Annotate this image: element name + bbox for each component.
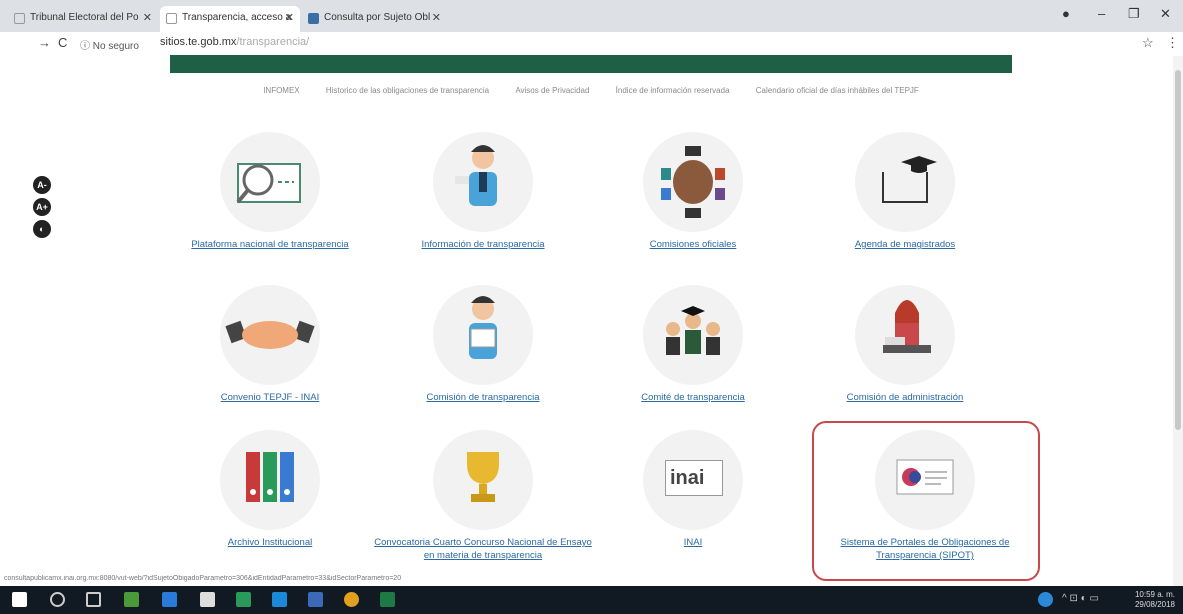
tile-label[interactable]: Convocatoria Cuarto Concurso Nacional de… <box>368 536 598 562</box>
tab-title: Transparencia, acceso a <box>182 12 292 23</box>
decrease-font-button[interactable]: A- <box>33 176 51 194</box>
notification-icon[interactable] <box>1038 592 1053 607</box>
woman-desk-icon <box>855 285 955 385</box>
page-favicon-icon <box>166 13 177 24</box>
url-host: sitios.te.gob.mx <box>160 36 237 48</box>
edge-icon[interactable] <box>272 592 287 607</box>
committee-icon <box>643 285 743 385</box>
sipot-highlight-box <box>812 421 1040 581</box>
tray-icons[interactable]: ^ ⊡ ◐ ▭ <box>1062 593 1099 604</box>
inai-logo-icon: inai <box>643 430 743 530</box>
menu-item-infomex[interactable]: INFOMEX <box>263 86 299 95</box>
url-path: /transparencia/ <box>236 36 310 48</box>
handshake-icon <box>220 285 320 385</box>
menu-item-indice[interactable]: Índice de información reservada <box>616 86 730 95</box>
browser-tab-1[interactable]: Tribunal Electoral del Po ✕ <box>8 6 158 32</box>
tile-label[interactable]: Comité de transparencia <box>578 391 808 404</box>
tile-label[interactable]: Información de transparencia <box>368 238 598 251</box>
calculator-icon[interactable] <box>200 592 215 607</box>
tile-label[interactable]: Comisión de administración <box>790 391 1020 404</box>
address-bar: → C ⓘ No seguro sitios.te.gob.mx/transpa… <box>0 32 1183 56</box>
start-icon[interactable] <box>12 592 27 607</box>
bookmark-star-icon[interactable]: ☆ <box>1142 35 1154 51</box>
task-view-icon[interactable] <box>86 592 101 607</box>
contrast-button[interactable]: ◐ <box>33 220 51 238</box>
tile-inai[interactable]: inai INAI <box>578 430 808 549</box>
tile-agenda[interactable]: Agenda de magistrados <box>790 132 1020 251</box>
close-window-icon[interactable]: ✕ <box>1160 6 1171 22</box>
tile-label[interactable]: Agenda de magistrados <box>790 238 1020 251</box>
tile-archivo[interactable]: Archivo Institucional <box>155 430 385 549</box>
close-tab-icon[interactable]: ✕ <box>432 11 441 24</box>
system-clock[interactable]: 10:59 a. m. 29/08/2018 <box>1135 590 1175 610</box>
tile-label[interactable]: INAI <box>578 536 808 549</box>
security-indicator[interactable]: ⓘ No seguro <box>80 37 139 52</box>
monitor-magnifier-icon <box>220 132 320 232</box>
tile-label[interactable]: Plataforma nacional de transparencia <box>155 238 385 251</box>
increase-font-button[interactable]: A+ <box>33 198 51 216</box>
app-icon[interactable] <box>236 592 251 607</box>
menu-item-historico[interactable]: Historico de las obligaciones de transpa… <box>326 86 489 95</box>
status-url: consultapublicamx.inai.org.mx:8080/vut-w… <box>4 575 402 582</box>
menu-item-calendario[interactable]: Calendario oficial de días inhábiles del… <box>756 86 919 95</box>
forward-icon[interactable]: → <box>38 35 51 50</box>
browser-tab-bar: Tribunal Electoral del Po ✕ Transparenci… <box>0 0 1183 32</box>
site-header-bar <box>170 55 1012 73</box>
binders-icon <box>220 430 320 530</box>
tab-title: Tribunal Electoral del Po <box>30 12 139 23</box>
menu-item-avisos[interactable]: Avisos de Privacidad <box>515 86 589 95</box>
tile-label[interactable]: Comisiones oficiales <box>578 238 808 251</box>
excel-icon[interactable] <box>380 592 395 607</box>
page-favicon-icon <box>14 13 25 24</box>
reload-icon[interactable]: C <box>58 35 67 50</box>
browser-tab-3[interactable]: Consulta por Sujeto Obl ✕ <box>302 6 447 32</box>
scrollbar-thumb[interactable] <box>1175 70 1181 430</box>
windows-taskbar: ^ ⊡ ◐ ▭ 10:59 a. m. 29/08/2018 <box>0 586 1183 614</box>
security-label: No seguro <box>92 41 139 52</box>
tile-label[interactable]: Archivo Institucional <box>155 536 385 549</box>
tile-label[interactable]: Convenio TEPJF - INAI <box>155 391 385 404</box>
minimize-icon[interactable]: – <box>1098 6 1105 21</box>
tile-label[interactable]: Comisión de transparencia <box>368 391 598 404</box>
close-tab-icon[interactable]: ✕ <box>285 11 294 24</box>
inai-logo-text: inai <box>665 460 723 496</box>
mail-icon[interactable] <box>162 592 177 607</box>
man-reading-icon <box>433 285 533 385</box>
tile-comision-administracion[interactable]: Comisión de administración <box>790 285 1020 404</box>
browser-menu-icon[interactable]: ⋮ <box>1166 35 1179 51</box>
tile-informacion[interactable]: Información de transparencia <box>368 132 598 251</box>
tile-comisiones[interactable]: Comisiones oficiales <box>578 132 808 251</box>
businessman-icon <box>433 132 533 232</box>
page-favicon-icon <box>308 13 319 24</box>
tile-convocatoria[interactable]: Convocatoria Cuarto Concurso Nacional de… <box>368 430 598 562</box>
tile-plataforma[interactable]: Plataforma nacional de transparencia <box>155 132 385 251</box>
tab-title: Consulta por Sujeto Obl <box>324 12 431 23</box>
browser-tab-2[interactable]: Transparencia, acceso a ✕ <box>160 6 300 32</box>
trophy-icon <box>433 430 533 530</box>
app-icon[interactable] <box>124 592 139 607</box>
meeting-table-icon <box>643 132 743 232</box>
clock-time: 10:59 a. m. <box>1134 590 1175 599</box>
clock-date: 29/08/2018 <box>1134 600 1175 609</box>
tile-comite[interactable]: Comité de transparencia <box>578 285 808 404</box>
profile-icon[interactable]: ● <box>1062 6 1070 21</box>
maximize-icon[interactable]: ❐ <box>1128 6 1140 22</box>
app-icon[interactable] <box>308 592 323 607</box>
chrome-icon[interactable] <box>344 592 359 607</box>
tile-convenio[interactable]: Convenio TEPJF - INAI <box>155 285 385 404</box>
graduation-cap-icon <box>855 132 955 232</box>
top-menu: INFOMEX Historico de las obligaciones de… <box>170 86 1012 95</box>
url-field[interactable]: sitios.te.gob.mx/transparencia/ <box>160 36 309 48</box>
close-tab-icon[interactable]: ✕ <box>143 11 152 24</box>
search-icon[interactable] <box>50 592 65 607</box>
tile-comision-transparencia[interactable]: Comisión de transparencia <box>368 285 598 404</box>
